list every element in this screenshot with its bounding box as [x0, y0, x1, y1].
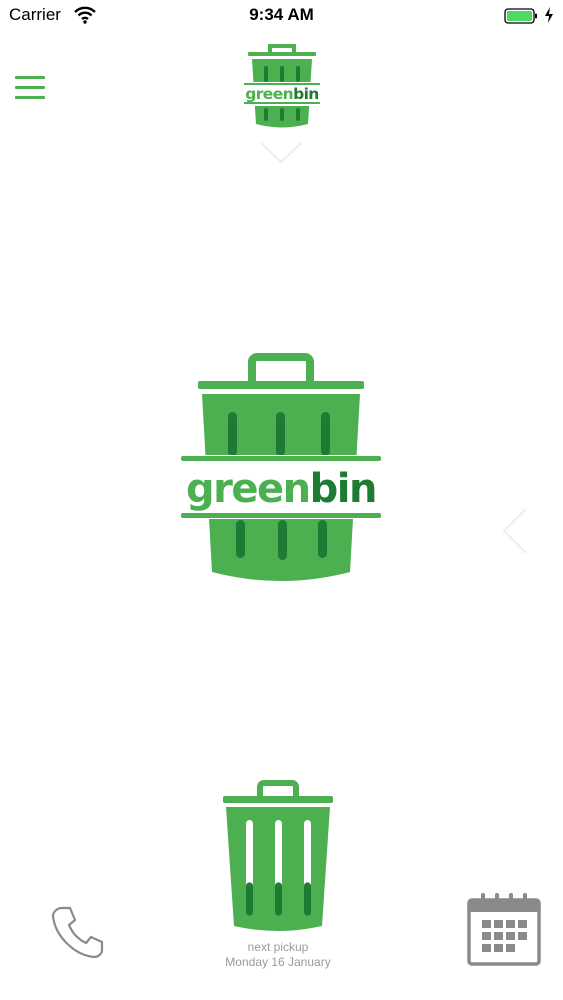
- menu-line: [15, 76, 45, 79]
- status-bar: Carrier 9:34 AM: [0, 0, 563, 34]
- next-pickup-label: next pickup: [247, 940, 309, 954]
- phone-button[interactable]: [48, 902, 106, 960]
- next-pickup-date: Monday 16 January: [225, 955, 331, 969]
- svg-text:greenbin: greenbin: [186, 466, 376, 512]
- hamburger-menu-icon[interactable]: [13, 74, 47, 102]
- svg-text:greenbin: greenbin: [245, 85, 318, 103]
- tube-fill-2: [275, 882, 282, 916]
- header-greenbin-logo: greenbin: [242, 42, 322, 132]
- main-bin-icon: greenbin: [178, 353, 384, 581]
- tube-fill-3: [304, 882, 311, 916]
- menu-line: [15, 86, 45, 89]
- main-brand-green: green: [186, 466, 310, 512]
- chevron-left-icon[interactable]: [500, 506, 530, 556]
- battery-charging-icon: [504, 8, 537, 24]
- calendar-icon: [467, 893, 541, 966]
- main-greenbin-logo: greenbin: [178, 352, 384, 588]
- status-time: 9:34 AM: [249, 5, 314, 24]
- chevron-down-icon[interactable]: [258, 140, 304, 166]
- pickup-bin-indicator[interactable]: [220, 778, 336, 934]
- tube-fill-1: [246, 882, 253, 916]
- header-bin-icon: greenbin: [242, 44, 322, 128]
- header-brand-green: green: [245, 85, 293, 103]
- charging-bolt-icon: [545, 7, 553, 23]
- menu-line: [15, 96, 45, 99]
- phone-icon: [51, 906, 104, 959]
- header-brand-bin: bin: [293, 85, 319, 103]
- calendar-button[interactable]: [466, 890, 542, 968]
- pickup-bin-icon: [223, 780, 333, 931]
- main-brand-bin: bin: [310, 466, 376, 512]
